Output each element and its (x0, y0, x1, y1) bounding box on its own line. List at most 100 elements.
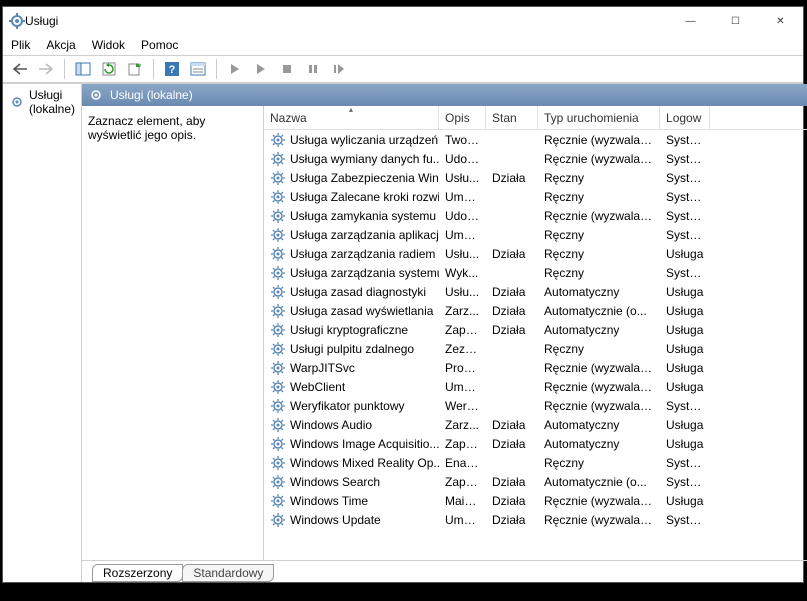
restart-service-button[interactable] (328, 58, 350, 80)
table-row[interactable]: Windows TimeMain...DziałaRęcznie (wyzwal… (264, 491, 807, 510)
menu-help[interactable]: Pomoc (141, 38, 178, 52)
cell-startup-type: Automatycznie (o... (538, 304, 660, 318)
cell-description: Umo... (439, 190, 486, 204)
table-row[interactable]: Windows SearchZape...DziałaAutomatycznie… (264, 472, 807, 491)
cell-status: Działa (486, 304, 538, 318)
start-service-button[interactable] (224, 58, 246, 80)
cell-startup-type: Ręcznie (wyzwalan... (538, 209, 660, 223)
minimize-button[interactable]: — (668, 7, 713, 35)
tree-pane: Usługi (lokalne) (3, 84, 82, 582)
column-logon[interactable]: Logow (660, 106, 710, 129)
service-icon (270, 417, 286, 433)
menu-file[interactable]: Plik (11, 38, 30, 52)
app-icon (9, 13, 25, 29)
separator (216, 59, 217, 79)
tab-extended[interactable]: Rozszerzony (92, 564, 183, 582)
table-row[interactable]: Usługa wymiany danych fu...Udos...Ręczni… (264, 149, 807, 168)
cell-logon: System (660, 209, 710, 223)
cell-description: Usłu... (439, 247, 486, 261)
table-row[interactable]: Usługa Zabezpieczenia Win...Usłu...Dział… (264, 168, 807, 187)
table-row[interactable]: Windows Image Acquisitio...Zape...Działa… (264, 434, 807, 453)
cell-description: Usłu... (439, 285, 486, 299)
cell-name: Usługa zasad diagnostyki (290, 285, 426, 299)
service-icon (270, 493, 286, 509)
table-row[interactable]: WebClientUmo...Ręcznie (wyzwalan...Usług… (264, 377, 807, 396)
table-row[interactable]: Usługa zarządzania systemu...Wyk...Ręczn… (264, 263, 807, 282)
cell-startup-type: Ręczny (538, 247, 660, 261)
cell-logon: Usługa (660, 247, 710, 261)
properties-button[interactable] (187, 58, 209, 80)
cell-startup-type: Ręczny (538, 266, 660, 280)
refresh-button[interactable] (98, 58, 120, 80)
table-row[interactable]: Usługa zasad wyświetlaniaZarz...DziałaAu… (264, 301, 807, 320)
menu-action[interactable]: Akcja (46, 38, 75, 52)
start-service-alt-button[interactable] (250, 58, 272, 80)
table-row[interactable]: Usługi pulpitu zdalnegoZezw...RęcznyUsłu… (264, 339, 807, 358)
export-list-button[interactable] (124, 58, 146, 80)
close-button[interactable]: ✕ (758, 7, 803, 35)
service-icon (270, 189, 286, 205)
help-button[interactable]: ? (161, 58, 183, 80)
table-row[interactable]: Weryfikator punktowyWery...Ręcznie (wyzw… (264, 396, 807, 415)
horizontal-scrollbar[interactable] (264, 546, 807, 560)
service-icon (270, 265, 286, 281)
cell-startup-type: Automatyczny (538, 437, 660, 451)
titlebar[interactable]: Usługi — ☐ ✕ (3, 7, 803, 35)
cell-startup-type: Ręczny (538, 190, 660, 204)
service-icon (270, 284, 286, 300)
svg-text:?: ? (169, 64, 176, 76)
tree-item-services-local[interactable]: Usługi (lokalne) (5, 86, 79, 118)
table-row[interactable]: Usługa zarządzania aplikacj...Umo...Ręcz… (264, 225, 807, 244)
table-row[interactable]: Usługa wyliczania urządzeń ...Twor...Ręc… (264, 130, 807, 149)
column-status[interactable]: Stan (486, 106, 538, 129)
table-row[interactable]: WarpJITSvcProvi...Ręcznie (wyzwalan...Us… (264, 358, 807, 377)
menu-view[interactable]: Widok (92, 38, 125, 52)
column-name[interactable]: Nazwa ▴ (264, 106, 439, 129)
cell-startup-type: Ręcznie (wyzwalan... (538, 513, 660, 527)
tree-item-label: Usługi (lokalne) (29, 88, 75, 116)
cell-logon: Usługa (660, 494, 710, 508)
cell-name: Usługa zamykania systemu ... (290, 209, 439, 223)
cell-logon: System (660, 513, 710, 527)
table-row[interactable]: Usługa zamykania systemu ...Udos...Ręczn… (264, 206, 807, 225)
rows-container[interactable]: Usługa wyliczania urządzeń ...Twor...Ręc… (264, 130, 807, 546)
service-icon (270, 170, 286, 186)
service-icon (270, 132, 286, 148)
cell-name: Usługa wyliczania urządzeń ... (290, 133, 439, 147)
maximize-button[interactable]: ☐ (713, 7, 758, 35)
cell-logon: System (660, 228, 710, 242)
services-icon (9, 94, 25, 110)
column-startup-type[interactable]: Typ uruchomienia (538, 106, 660, 129)
cell-name: WarpJITSvc (290, 361, 355, 375)
service-icon (270, 208, 286, 224)
cell-name: Usługa zarządzania radiem (290, 247, 435, 261)
table-row[interactable]: Windows AudioZarz...DziałaAutomatycznyUs… (264, 415, 807, 434)
cell-description: Zarz... (439, 418, 486, 432)
cell-startup-type: Automatycznie (o... (538, 475, 660, 489)
show-hide-tree-button[interactable] (72, 58, 94, 80)
table-row[interactable]: Windows UpdateUmo...DziałaRęcznie (wyzwa… (264, 510, 807, 529)
table-row[interactable]: Usługi kryptograficzneZape...DziałaAutom… (264, 320, 807, 339)
forward-button[interactable] (35, 58, 57, 80)
cell-description: Zarz... (439, 304, 486, 318)
cell-description: Zape... (439, 437, 486, 451)
service-icon (270, 227, 286, 243)
table-row[interactable]: Usługa zarządzania radiem Usłu...DziałaRę… (264, 244, 807, 263)
pause-service-button[interactable] (302, 58, 324, 80)
cell-status: Działa (486, 513, 538, 527)
service-icon (270, 322, 286, 338)
table-row[interactable]: Windows Mixed Reality Op...Enab...Ręczny… (264, 453, 807, 472)
stop-service-button[interactable] (276, 58, 298, 80)
cell-name: Windows Time (290, 494, 368, 508)
back-button[interactable] (9, 58, 31, 80)
cell-logon: System (660, 266, 710, 280)
cell-description: Umo... (439, 380, 486, 394)
cell-status: Działa (486, 247, 538, 261)
cell-description: Umo... (439, 228, 486, 242)
table-row[interactable]: Usługa Zalecane kroki rozwi...Umo...Ręcz… (264, 187, 807, 206)
tab-standard[interactable]: Standardowy (182, 564, 274, 582)
cell-name: WebClient (290, 380, 345, 394)
separator (64, 59, 65, 79)
table-row[interactable]: Usługa zasad diagnostykiUsłu...DziałaAut… (264, 282, 807, 301)
column-description[interactable]: Opis (439, 106, 486, 129)
